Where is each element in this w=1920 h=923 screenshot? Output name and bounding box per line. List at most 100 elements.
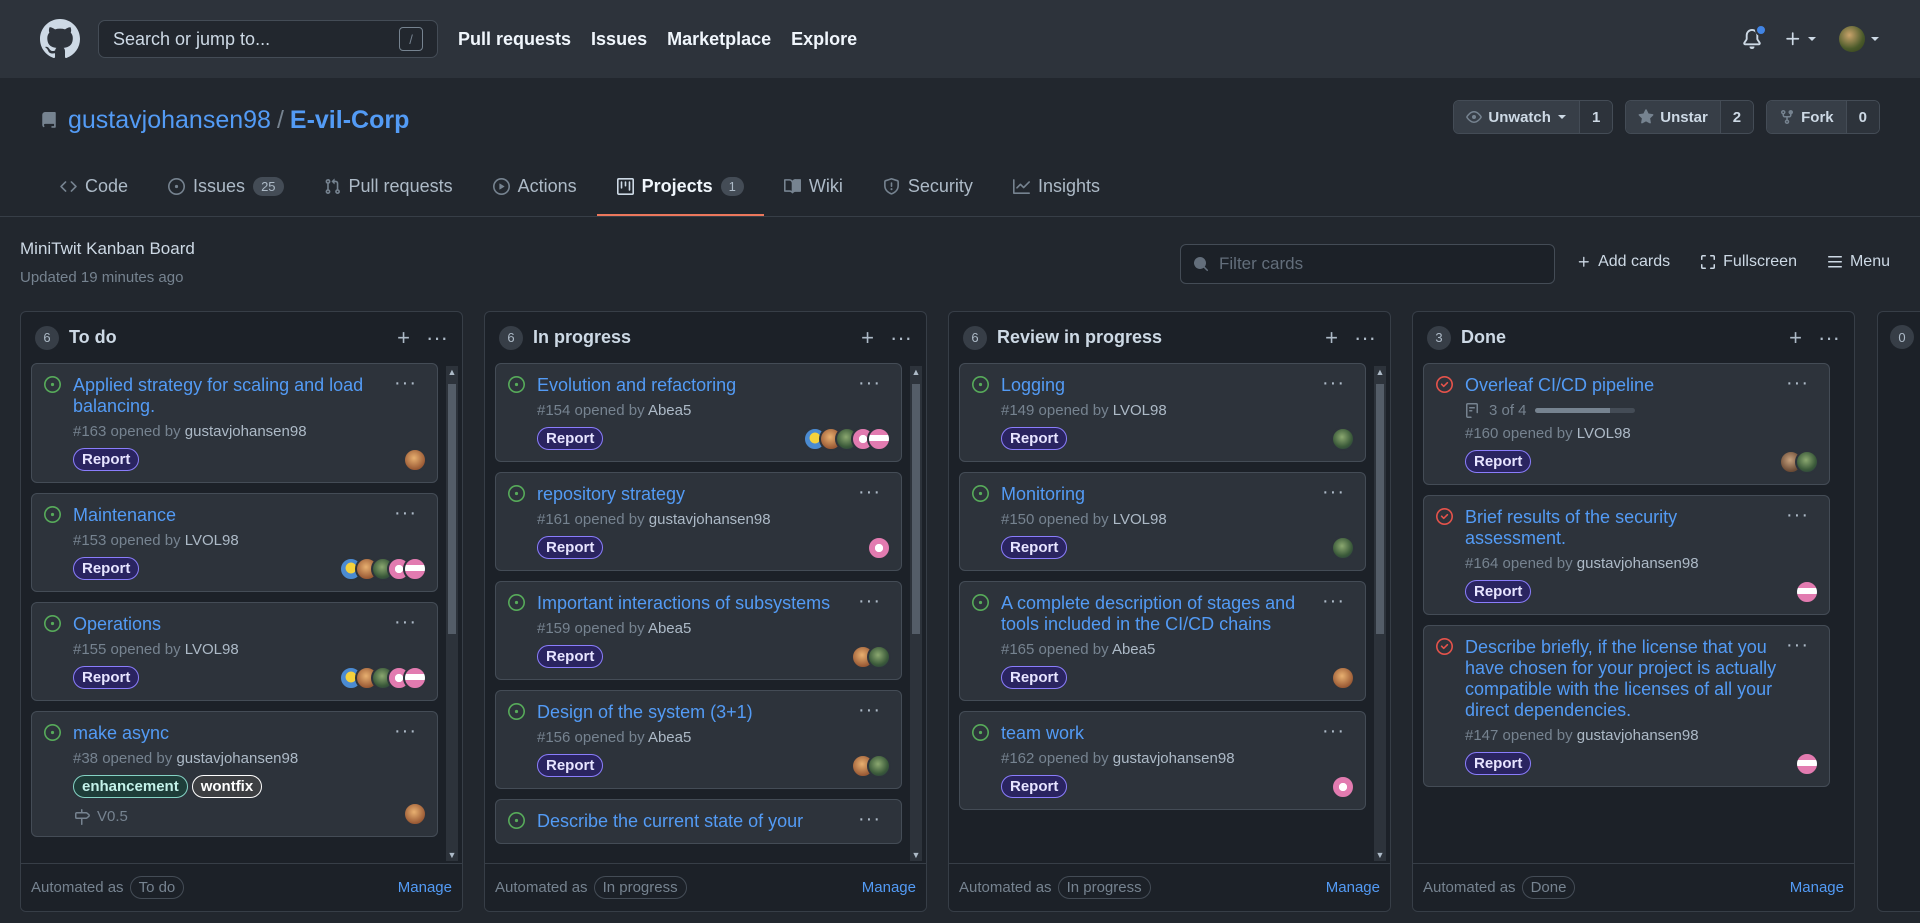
issue-card[interactable]: ··· Monitoring #150 opened by LVOL98 Report [959, 472, 1366, 571]
assignee-avatar[interactable] [1331, 536, 1355, 560]
scroll-down-icon[interactable]: ▼ [1374, 849, 1386, 861]
issue-author[interactable]: Abea5 [648, 620, 691, 637]
label-report[interactable]: Report [1001, 775, 1068, 798]
tab-insights[interactable]: Insights [993, 158, 1120, 216]
label-report[interactable]: Report [537, 645, 604, 668]
stars-count[interactable]: 2 [1719, 101, 1754, 133]
scroll-up-icon[interactable]: ▲ [446, 366, 458, 378]
issue-title-link[interactable]: Important interactions of subsystems [537, 593, 889, 614]
forks-count[interactable]: 0 [1845, 101, 1879, 133]
label-report[interactable]: Report [73, 666, 140, 689]
issue-card[interactable]: ··· Brief results of the security assessm… [1423, 495, 1830, 615]
issue-card[interactable]: ··· Overleaf CI/CD pipeline 3 of 4 #160 ope… [1423, 363, 1830, 485]
manage-automation-link[interactable]: Manage [862, 879, 916, 896]
card-menu-icon[interactable]: ··· [858, 372, 881, 395]
tab-pull-requests[interactable]: Pull requests [304, 158, 473, 216]
assignee-avatar[interactable] [867, 427, 891, 451]
notifications-bell-icon[interactable] [1742, 24, 1767, 50]
card-menu-icon[interactable]: ··· [1786, 372, 1809, 395]
repo-name-link[interactable]: E-vil-Corp [290, 106, 409, 135]
issue-card[interactable]: ··· Design of the system (3+1) #156 opened… [495, 690, 902, 789]
issue-card[interactable]: ··· team work #162 opened by gustavjohanse… [959, 711, 1366, 810]
column-menu-icon[interactable]: ··· [1818, 325, 1840, 351]
issue-author[interactable]: gustavjohansen98 [1113, 750, 1235, 767]
tab-wiki[interactable]: Wiki [764, 158, 863, 216]
issue-card[interactable]: ··· Maintenance #153 opened by LVOL98 Repor… [31, 493, 438, 592]
tab-actions[interactable]: Actions [473, 158, 597, 216]
repo-owner-link[interactable]: gustavjohansen98 [68, 106, 271, 135]
scroll-up-icon[interactable]: ▲ [910, 366, 922, 378]
label-report[interactable]: Report [73, 448, 140, 471]
label-wontfix[interactable]: wontfix [191, 775, 263, 798]
issue-author[interactable]: LVOL98 [185, 532, 239, 549]
issue-title-link[interactable]: Evolution and refactoring [537, 375, 889, 396]
issue-title-link[interactable]: team work [1001, 723, 1353, 744]
tab-code[interactable]: Code [40, 158, 148, 216]
issue-title-link[interactable]: Maintenance [73, 505, 425, 526]
fullscreen-button[interactable]: Fullscreen [1700, 253, 1797, 271]
milestone[interactable]: V0.5 [73, 808, 425, 825]
add-card-plus-icon[interactable]: + [397, 325, 410, 351]
issue-author[interactable]: Abea5 [648, 402, 691, 419]
issue-author[interactable]: LVOL98 [1113, 402, 1167, 419]
issue-card[interactable]: ··· Describe briefly, if the license that… [1423, 625, 1830, 787]
nav-explore[interactable]: Explore [791, 29, 857, 50]
column-scrollbar[interactable]: ▲ ▼ [446, 366, 458, 861]
nav-issues[interactable]: Issues [591, 29, 647, 50]
assignee-avatar[interactable] [1331, 666, 1355, 690]
assignee-avatar[interactable] [403, 557, 427, 581]
add-card-plus-icon[interactable]: + [1325, 325, 1338, 351]
assignee-avatar[interactable] [1795, 580, 1819, 604]
issue-card[interactable]: ··· Applied strategy for scaling and load… [31, 363, 438, 483]
unstar-button[interactable]: Unstar 2 [1625, 100, 1755, 134]
filter-cards-input[interactable]: Filter cards [1180, 244, 1555, 284]
card-menu-icon[interactable]: ··· [394, 372, 417, 395]
manage-automation-link[interactable]: Manage [1326, 879, 1380, 896]
add-card-plus-icon[interactable]: + [861, 325, 874, 351]
scroll-up-icon[interactable]: ▲ [1374, 366, 1386, 378]
issue-card[interactable]: ··· Evolution and refactoring #154 opened … [495, 363, 902, 462]
issue-card[interactable]: ··· make async #38 opened by gustavjohanse… [31, 711, 438, 837]
watchers-count[interactable]: 1 [1578, 101, 1613, 133]
issue-author[interactable]: Abea5 [648, 729, 691, 746]
issue-card[interactable]: ··· Describe the current state of your [495, 799, 902, 844]
user-menu-dropdown[interactable] [1839, 26, 1880, 52]
assignee-avatar[interactable] [403, 666, 427, 690]
label-report[interactable]: Report [1465, 450, 1532, 473]
card-menu-icon[interactable]: ··· [1786, 634, 1809, 657]
assignee-avatar[interactable] [1795, 450, 1819, 474]
label-enhancement[interactable]: enhancement [73, 775, 188, 798]
github-logo-icon[interactable] [40, 19, 80, 59]
scrollbar-thumb[interactable] [1376, 384, 1384, 634]
nav-marketplace[interactable]: Marketplace [667, 29, 771, 50]
project-title[interactable]: MiniTwit Kanban Board [20, 239, 195, 259]
label-report[interactable]: Report [537, 427, 604, 450]
issue-title-link[interactable]: Describe the current state of your [537, 811, 889, 832]
assignee-avatar[interactable] [1795, 752, 1819, 776]
issue-title-link[interactable]: Monitoring [1001, 484, 1353, 505]
card-menu-icon[interactable]: ··· [858, 699, 881, 722]
issue-title-link[interactable]: Design of the system (3+1) [537, 702, 889, 723]
issue-card[interactable]: ··· Operations #155 opened by LVOL98 Report [31, 602, 438, 701]
manage-automation-link[interactable]: Manage [398, 879, 452, 896]
card-menu-icon[interactable]: ··· [394, 502, 417, 525]
issue-card[interactable]: ··· repository strategy #161 opened by gus… [495, 472, 902, 571]
issue-title-link[interactable]: repository strategy [537, 484, 889, 505]
issue-title-link[interactable]: Operations [73, 614, 425, 635]
issue-author[interactable]: LVOL98 [1577, 425, 1631, 442]
issue-card[interactable]: ··· Important interactions of subsystems #… [495, 581, 902, 680]
scroll-down-icon[interactable]: ▼ [910, 849, 922, 861]
assignee-avatar[interactable] [1331, 775, 1355, 799]
column-scrollbar[interactable]: ▲ ▼ [910, 366, 922, 861]
assignee-avatar[interactable] [403, 802, 427, 826]
card-menu-icon[interactable]: ··· [858, 481, 881, 504]
card-menu-icon[interactable]: ··· [1322, 720, 1345, 743]
issue-author[interactable]: LVOL98 [1113, 511, 1167, 528]
nav-pull-requests[interactable]: Pull requests [458, 29, 571, 50]
global-search-input[interactable]: Search or jump to... / [98, 20, 438, 58]
issue-card[interactable]: ··· Logging #149 opened by LVOL98 Report [959, 363, 1366, 462]
column-menu-icon[interactable]: ··· [426, 325, 448, 351]
tab-issues[interactable]: Issues 25 [148, 158, 304, 216]
assignee-avatar[interactable] [867, 536, 891, 560]
column-scrollbar[interactable]: ▲ ▼ [1374, 366, 1386, 861]
